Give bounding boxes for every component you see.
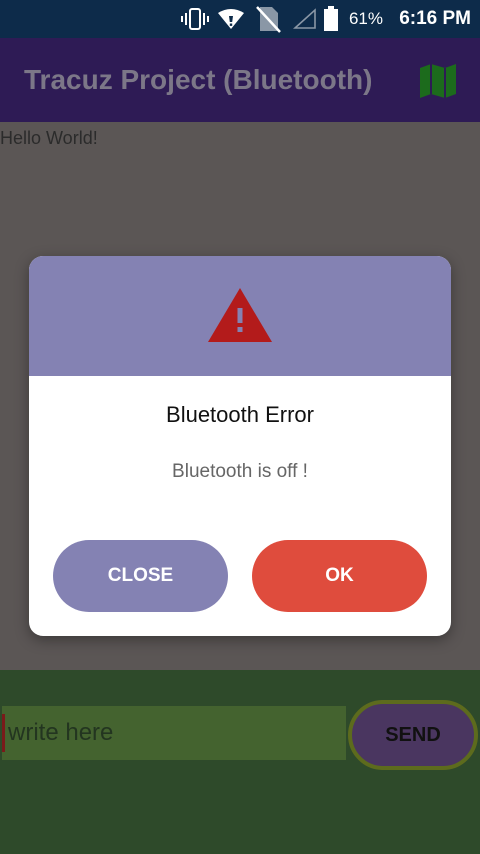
battery-icon — [322, 0, 340, 38]
composer-panel: SEND — [0, 670, 480, 854]
dialog-header — [29, 256, 451, 376]
ok-button[interactable]: OK — [252, 540, 427, 612]
vibrate-icon — [180, 0, 210, 38]
map-button[interactable] — [418, 62, 458, 100]
dialog-message: Bluetooth is off ! — [172, 461, 308, 482]
app-title: Tracuz Project (Bluetooth) — [24, 64, 373, 95]
status-bar: 61% 6:16 PM — [0, 0, 480, 38]
warning-icon — [208, 288, 272, 342]
app-bar: Tracuz Project (Bluetooth) — [0, 38, 480, 122]
signal-icon — [292, 0, 318, 38]
clock: 6:16 PM — [399, 8, 471, 29]
hello-text: Hello World! — [0, 128, 98, 148]
dialog-title: Bluetooth Error — [166, 402, 314, 427]
wifi-icon — [216, 0, 246, 38]
no-sim-icon — [254, 0, 282, 38]
text-cursor — [2, 714, 5, 752]
battery-percent: 61% — [348, 9, 383, 28]
map-icon — [420, 64, 456, 98]
send-button[interactable]: SEND — [348, 700, 478, 770]
close-button[interactable]: CLOSE — [53, 540, 228, 612]
message-input[interactable] — [2, 706, 346, 760]
bluetooth-error-dialog: Bluetooth Error Bluetooth is off ! CLOSE… — [29, 256, 451, 636]
